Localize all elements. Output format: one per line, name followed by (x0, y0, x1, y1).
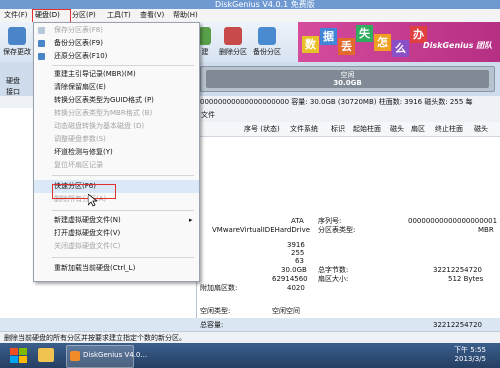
free-size: 30.0GB (333, 79, 362, 87)
total-bytes-label: 总字节数: (318, 266, 349, 274)
mouse-cursor-icon (88, 194, 97, 207)
col-fs[interactable]: 文件系统 (290, 122, 318, 136)
create-button[interactable]: 建 (198, 25, 212, 59)
extra-sectors-label: 附加扇区数: (200, 284, 238, 292)
menu-partition[interactable]: 分区(P) (72, 9, 96, 22)
menu-item-save-pt[interactable]: 保存分区表(F8) (34, 24, 199, 37)
menu-separator (52, 175, 194, 176)
col-status[interactable]: 序号 (状态) (244, 122, 280, 136)
menu-separator (52, 65, 194, 66)
menu-item-convert-guid[interactable]: 转换分区表类型为GUID格式 (P) (34, 94, 199, 107)
delete-partition-button[interactable]: 删除分区 (216, 25, 250, 59)
title-bar: DiskGenius V4.0.1 免费版 (0, 0, 500, 9)
spt-value: 63 (295, 257, 304, 265)
backup-partition-button[interactable]: 备份分区 (250, 25, 284, 59)
banner-tile: 失 (356, 25, 373, 42)
total-capacity-value: 32212254720 (433, 321, 482, 329)
create-icon (199, 27, 211, 45)
menu-item-backup-pt[interactable]: 备份分区表(F9) (34, 37, 199, 50)
menu-file[interactable]: 文件(F) (4, 9, 28, 22)
free-type-label: 空闲类型: (200, 307, 231, 315)
menu-item-new-vdisk[interactable]: 新建虚拟硬盘文件(N) ▸ (34, 214, 199, 227)
menu-item-clear-reserved[interactable]: 清除保留扇区(E) (34, 81, 199, 94)
menu-item-reload-disk[interactable]: 重新加载当前硬盘(Ctrl_L) (34, 262, 199, 275)
col-id[interactable]: 标识 (331, 122, 345, 136)
sector-size-label: 扇区大小: (318, 275, 349, 283)
menu-view[interactable]: 查看(V) (140, 9, 164, 22)
col-head[interactable]: 磁头 (390, 122, 404, 136)
col-sector[interactable]: 扇区 (411, 122, 425, 136)
backup-icon (38, 40, 45, 47)
extra-sectors-value: 4020 (287, 284, 305, 292)
menu-item-restore-pt[interactable]: 还原分区表(F10) (34, 50, 199, 63)
capacity-value: 30.0GB (281, 266, 307, 274)
menu-bar: 文件(F) 硬盘(D) 分区(P) 工具(T) 查看(V) 帮助(H) (0, 9, 500, 23)
save-icon (38, 27, 45, 34)
disk-menu-dropdown: 保存分区表(F8) 备份分区表(F9) 还原分区表(F10) 重建主引导记录(M… (33, 22, 200, 282)
windows-logo-icon (10, 348, 27, 363)
taskbar: DiskGenius V4.0... 下午 5:55 2013/3/5 (0, 343, 500, 368)
menu-item-close-vdisk[interactable]: 关闭虚拟硬盘文件(C) (34, 240, 199, 253)
folder-icon[interactable] (38, 348, 54, 362)
highlight-box (32, 9, 71, 23)
sectors-value: 62914560 (272, 275, 308, 283)
taskbar-app-diskgenius[interactable]: DiskGenius V4.0... (66, 345, 147, 368)
window-title: DiskGenius V4.0.1 免费版 (215, 0, 315, 9)
menu-item-rebuild-mbr[interactable]: 重建主引导记录(MBR)(M) (34, 68, 199, 81)
clock-time: 下午 5:55 (454, 346, 486, 354)
total-capacity-label: 总容量: (200, 321, 224, 329)
menu-item-dynamic-to-basic[interactable]: 动态磁盘转换为基本磁盘 (D) (34, 120, 199, 133)
menu-item-open-vdisk[interactable]: 打开虚拟硬盘文件(V) (34, 227, 199, 240)
tab-files[interactable]: 文件 (201, 110, 215, 120)
taskbar-app-label: DiskGenius V4.0... (83, 351, 148, 359)
cylinders-value: 3916 (287, 241, 305, 249)
app-icon (70, 351, 80, 361)
start-button[interactable] (8, 347, 30, 364)
tab-strip: 文件 (197, 108, 500, 123)
iface-value: ATA (291, 217, 304, 225)
menu-separator (52, 257, 194, 258)
col-start-cyl[interactable]: 起始柱面 (353, 122, 381, 136)
col-head-2[interactable]: 磁头 (474, 122, 488, 136)
model-value: VMwareVirtualIDEHardDrive (212, 226, 311, 234)
save-button[interactable]: 保存更改 (2, 25, 32, 59)
banner-tile: 据 (320, 28, 337, 45)
banner-tile: 数 (302, 36, 319, 53)
menu-item-reset-bad[interactable]: 复位坏扇区记录 (34, 159, 199, 172)
partition-table-header: 序号 (状态) 文件系统 标识 起始柱面 磁头 扇区 终止柱面 磁头 (197, 122, 500, 137)
menu-item-disk-params[interactable]: 调整硬盘参数(S) (34, 133, 199, 146)
menu-tools[interactable]: 工具(T) (107, 9, 131, 22)
restore-icon (38, 53, 45, 60)
save-icon (8, 27, 26, 45)
delete-icon (224, 27, 242, 45)
heads-value: 255 (291, 249, 305, 257)
system-clock[interactable]: 下午 5:55 2013/3/5 (446, 346, 486, 364)
banner-tile: 么 (392, 40, 409, 57)
disk-label: 硬盘 (6, 77, 20, 85)
backup-icon (258, 27, 276, 45)
clock-date: 2013/3/5 (454, 355, 486, 363)
partition-type-label: 分区表类型: (318, 226, 356, 234)
disk-map[interactable]: 空闲 30.0GB (200, 66, 495, 92)
banner-tile: 怎 (374, 34, 391, 51)
free-type-value: 空闲空间 (272, 307, 300, 315)
partition-type-value: MBR (478, 226, 494, 234)
serial-value: 00000000000000000001 (408, 217, 498, 225)
col-end-cyl[interactable]: 终止柱面 (435, 122, 463, 136)
menu-separator (52, 210, 194, 211)
menu-help[interactable]: 帮助(H) (173, 9, 198, 22)
banner-tile: 丢 (338, 38, 355, 55)
total-bytes-value: 32212254720 (433, 266, 482, 274)
sector-size-value: 512 Bytes (448, 275, 484, 283)
serial-label: 序列号: (318, 217, 342, 225)
submenu-arrow-icon: ▸ (189, 216, 193, 224)
highlight-box (52, 184, 116, 199)
free-label: 空闲 (340, 71, 355, 79)
menu-item-convert-mbr[interactable]: 转换分区表类型为MBR格式 (B) (34, 107, 199, 120)
menu-item-bad-sector[interactable]: 坏道检测与修复(Y) (34, 146, 199, 159)
disk-info-text: 00000000000000000000 容量: 30.0GB (30720MB… (200, 98, 473, 106)
promo-banner[interactable]: 数 据 丢 失 怎 么 办 DiskGenius 团队 (298, 22, 500, 62)
partition-panel (197, 108, 500, 318)
banner-brand: DiskGenius 团队 (423, 41, 493, 50)
